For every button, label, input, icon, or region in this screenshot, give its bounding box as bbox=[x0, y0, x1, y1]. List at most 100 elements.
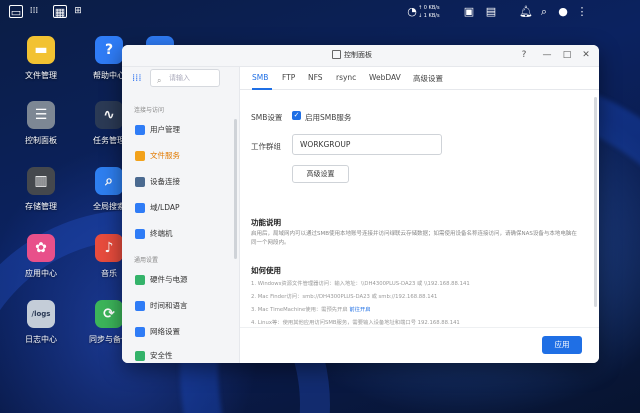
hardware-power-icon bbox=[135, 275, 145, 285]
howto-step-text: 4. Linux等：使用其他应用访问SMB服务，需要输入设备地址和端口号 192… bbox=[251, 320, 460, 326]
search-icon: ⌕ bbox=[157, 76, 162, 85]
sidebar-item-label: 文件服务 bbox=[150, 151, 180, 160]
desktop-control-panel[interactable]: ☰ 控制面板 bbox=[8, 101, 74, 146]
sidebar-item-hardware-power[interactable]: 硬件与电源 bbox=[122, 269, 239, 291]
tab-rsync[interactable]: rsync bbox=[336, 73, 356, 82]
sidebar-item-label: 终端机 bbox=[150, 229, 173, 238]
window-footer: 应用 bbox=[240, 327, 599, 363]
workgroup-label: 工作群组 bbox=[251, 142, 281, 151]
sidebar-item-network-settings[interactable]: 网络设置 bbox=[122, 321, 239, 343]
howto-step: 2. Mac Finder访问：smb://DH4300PLUS-DA23 或 … bbox=[251, 292, 591, 300]
sync-backup-icon: ⟳ bbox=[95, 300, 123, 328]
search-input[interactable]: ⌕ 请输入 bbox=[150, 69, 220, 87]
desktop-icon-label: 日志中心 bbox=[25, 335, 57, 344]
task-manager-icon: ∿ bbox=[95, 101, 123, 129]
desktop-app-center[interactable]: ✿ 应用中心 bbox=[8, 234, 74, 279]
upload-speed: ↑ 0 KB/s bbox=[418, 5, 440, 11]
sidebar-group-general: 通用设置 bbox=[134, 257, 159, 264]
help-icon: ? bbox=[95, 36, 123, 64]
how-to-use-title: 如何使用 bbox=[251, 266, 281, 275]
apps-grid-icon[interactable]: ⁞⁞⁞ bbox=[132, 73, 144, 85]
howto-step: 4. Linux等：使用其他应用访问SMB服务，需要输入设备地址和端口号 192… bbox=[251, 318, 591, 326]
logs-icon: /logs bbox=[27, 300, 55, 328]
minimize-button[interactable]: — bbox=[541, 49, 553, 61]
domain-ldap-icon bbox=[135, 203, 145, 213]
app-window-icon[interactable]: ▦ bbox=[53, 5, 67, 19]
howto-step: 3. Mac TimeMachine使用：需预先开启 前往开启 bbox=[251, 305, 591, 313]
notification-icon[interactable]: 🔔︎ bbox=[519, 5, 533, 18]
window-title: 控制面板 bbox=[344, 51, 372, 59]
content-scrollbar[interactable] bbox=[594, 97, 597, 307]
sidebar-scrollbar[interactable] bbox=[234, 119, 237, 259]
storage-manager-icon: ▥ bbox=[27, 167, 55, 195]
maximize-button[interactable]: □ bbox=[561, 49, 573, 61]
sidebar-item-time-language[interactable]: 时间和语言 bbox=[122, 295, 239, 317]
tab-webdav[interactable]: WebDAV bbox=[369, 73, 401, 82]
function-description-text: 启用后，局域网内可以通过SMB使用本地账号连接并访问绿联云存储数据；如需使用设备… bbox=[251, 231, 577, 246]
sidebar-item-label: 网络设置 bbox=[150, 327, 180, 336]
sidebar-icon[interactable]: ▣ bbox=[462, 5, 476, 18]
global-search-icon: ⌕ bbox=[95, 167, 123, 195]
desktop-icon-label: 文件管理 bbox=[25, 71, 57, 80]
smb-setting-label: SMB设置 bbox=[251, 113, 283, 122]
active-tab-indicator bbox=[252, 88, 272, 90]
window-titlebar[interactable]: 控制面板 ? — □ ✕ bbox=[122, 45, 599, 67]
file-service-icon bbox=[135, 151, 145, 161]
user-icon[interactable]: ● bbox=[556, 5, 570, 18]
howto-step-text: 1. Windows资源文件管理器访问：输入地址：\\DH4300PLUS-DA… bbox=[251, 281, 470, 287]
more-icon[interactable]: ⋮ bbox=[575, 5, 589, 18]
app-center-icon: ✿ bbox=[27, 234, 55, 262]
sidebar-item-domain-ldap[interactable]: 域/LDAP bbox=[122, 197, 239, 219]
control-panel-icon bbox=[332, 50, 341, 59]
function-description-title: 功能说明 bbox=[251, 218, 281, 227]
advanced-settings-button[interactable]: 高级设置 bbox=[292, 165, 349, 183]
desktop-file-manager[interactable]: ▬ 文件管理 bbox=[8, 36, 74, 81]
apps-grid-icon[interactable]: ⁞⁞⁞ bbox=[27, 5, 41, 18]
network-speed[interactable]: ↑ 0 KB/s ↓ 1 KB/s bbox=[418, 4, 440, 20]
howto-step-text: 3. Mac TimeMachine使用：需预先开启 bbox=[251, 307, 350, 313]
sidebar-item-label: 设备连接 bbox=[150, 177, 180, 186]
help-button[interactable]: ? bbox=[518, 49, 530, 61]
tab-advanced[interactable]: 高级设置 bbox=[413, 73, 443, 84]
music-icon: ♪ bbox=[95, 234, 123, 262]
sidebar-item-label: 时间和语言 bbox=[150, 301, 188, 310]
control-panel-window: 控制面板 ? — □ ✕ ⁞⁞⁞ ⌕ 请输入 连接与访问 用户管理 文件服务 设… bbox=[122, 45, 599, 363]
search-placeholder: 请输入 bbox=[169, 74, 190, 82]
window-grid-icon[interactable]: ⊞ bbox=[71, 5, 85, 18]
workgroup-field[interactable]: WORKGROUP bbox=[292, 134, 442, 155]
desktop-icon-label: 控制面板 bbox=[25, 136, 57, 145]
close-button[interactable]: ✕ bbox=[580, 49, 592, 61]
sidebar-item-label: 域/LDAP bbox=[150, 203, 180, 212]
search-icon[interactable]: ⌕ bbox=[537, 5, 551, 18]
sidebar-item-label: 硬件与电源 bbox=[150, 275, 188, 284]
enable-timemachine-link[interactable]: 前往开启 bbox=[349, 307, 370, 313]
sidebar-item-user-management[interactable]: 用户管理 bbox=[122, 119, 239, 141]
sidebar-item-file-service[interactable]: 文件服务 bbox=[122, 145, 239, 167]
task-monitor-icon[interactable]: ◔ bbox=[405, 5, 419, 18]
tab-smb[interactable]: SMB bbox=[252, 73, 268, 82]
desktop-log-center[interactable]: /logs 日志中心 bbox=[8, 300, 74, 345]
storage-icon[interactable]: ▤ bbox=[484, 5, 498, 18]
sidebar-item-security[interactable]: 安全性 bbox=[122, 345, 239, 363]
sidebar-item-device-connect[interactable]: 设备连接 bbox=[122, 171, 239, 193]
enable-smb-checkbox[interactable]: ✓ bbox=[292, 111, 301, 120]
sidebar-item-label: 安全性 bbox=[150, 351, 173, 360]
desktop-icon[interactable]: ▭ bbox=[9, 5, 23, 19]
terminal-icon bbox=[135, 229, 145, 239]
enable-smb-label[interactable]: 启用SMB服务 bbox=[305, 112, 351, 123]
sidebar: ⁞⁞⁞ ⌕ 请输入 连接与访问 用户管理 文件服务 设备连接 域/LDAP 终端… bbox=[122, 67, 240, 363]
control-panel-icon: ☰ bbox=[27, 101, 55, 129]
tab-bar: SMB FTP NFS rsync WebDAV 高级设置 bbox=[240, 67, 599, 90]
time-language-icon bbox=[135, 301, 145, 311]
apply-button[interactable]: 应用 bbox=[542, 336, 582, 354]
sidebar-item-terminal[interactable]: 终端机 bbox=[122, 223, 239, 245]
howto-step: 1. Windows资源文件管理器访问：输入地址：\\DH4300PLUS-DA… bbox=[251, 279, 591, 287]
desktop-icon-label: 存储管理 bbox=[25, 202, 57, 211]
tab-ftp[interactable]: FTP bbox=[282, 73, 295, 82]
sidebar-group-connect: 连接与访问 bbox=[134, 107, 165, 114]
desktop-icon-label: 应用中心 bbox=[25, 269, 57, 278]
download-speed: ↓ 1 KB/s bbox=[418, 13, 440, 19]
tab-nfs[interactable]: NFS bbox=[308, 73, 323, 82]
folder-icon: ▬ bbox=[27, 36, 55, 64]
desktop-storage-manager[interactable]: ▥ 存储管理 bbox=[8, 167, 74, 212]
